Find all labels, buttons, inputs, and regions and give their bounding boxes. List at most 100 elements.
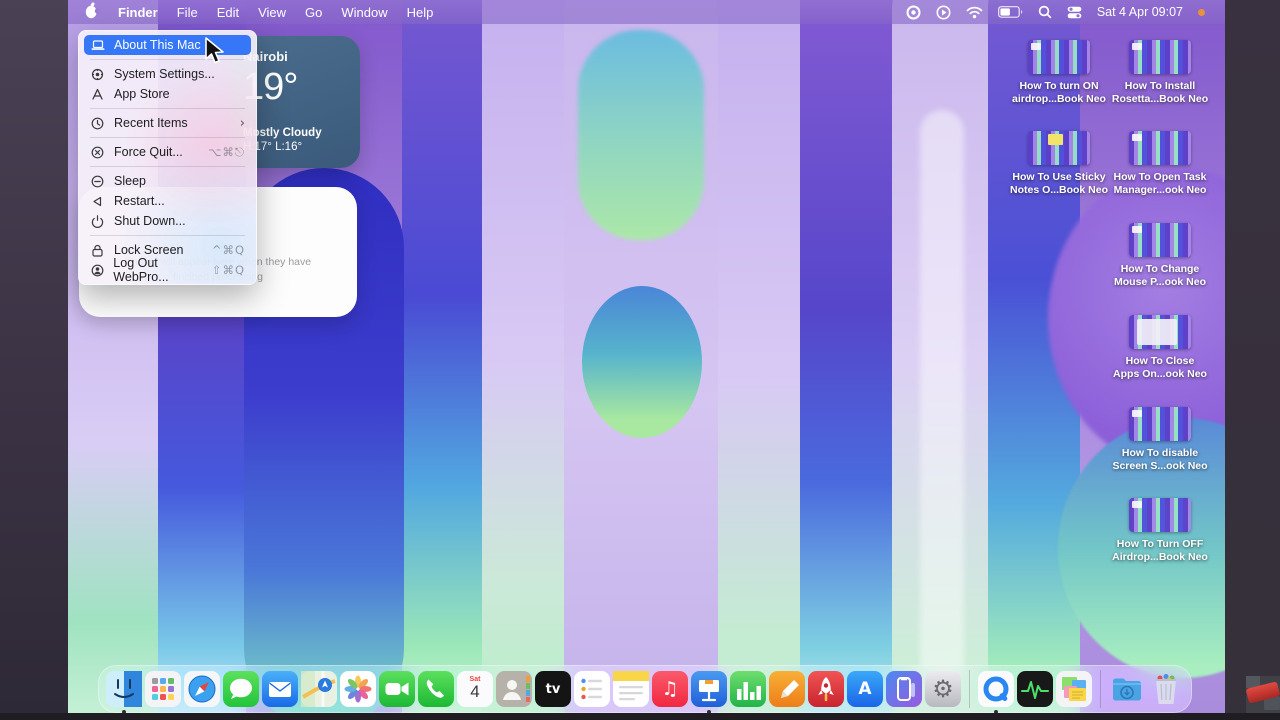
menu-item-app-store[interactable]: App Store [84, 84, 251, 104]
dock-mail[interactable] [262, 671, 298, 707]
appstore-letter: A [858, 679, 872, 699]
dock-separator [1100, 670, 1101, 708]
shortcut-label: ^⌘Q [211, 243, 245, 257]
dock-separator [969, 670, 970, 708]
subscribe-key-thumbnail [1246, 676, 1280, 713]
dock-safari[interactable] [184, 671, 220, 707]
screen-mirroring-icon[interactable] [936, 5, 951, 20]
menu-item-recent-items[interactable]: Recent Items › [84, 113, 251, 133]
desktop-file-change-mouse[interactable]: How To Change Mouse P...ook Neo [1100, 223, 1220, 289]
menu-divider [90, 166, 245, 167]
clock-icon [90, 116, 105, 131]
menu-item-sleep[interactable]: Sleep [84, 171, 251, 191]
sleep-icon [90, 174, 105, 189]
dock-activity-monitor[interactable] [1017, 671, 1053, 707]
menu-help[interactable]: Help [407, 5, 434, 20]
wallpaper-pill [800, 0, 894, 713]
menu-item-log-out[interactable]: Log Out WebPro... ⇧⌘Q [84, 256, 251, 284]
dock-pages[interactable] [769, 671, 805, 707]
menu-divider [90, 235, 245, 236]
apple-menu-dropdown: About This Mac System Settings... App St… [78, 30, 257, 285]
force-quit-icon [90, 145, 105, 160]
dock-maps[interactable] [301, 671, 337, 707]
dock-reminders[interactable] [574, 671, 610, 707]
laptop-icon [90, 38, 105, 53]
dock-contacts[interactable] [496, 671, 532, 707]
file-thumbnail [1129, 131, 1191, 165]
appstore-icon [90, 87, 105, 102]
lock-icon [90, 243, 105, 258]
control-center-icon[interactable] [1067, 6, 1082, 19]
menu-clock[interactable]: Sat 4 Apr 09:07 [1097, 5, 1183, 19]
desktop-file-disable-screensaver[interactable]: How To disable Screen S...ook Neo [1100, 407, 1220, 473]
desktop-file-task-manager[interactable]: How To Open Task Manager...ook Neo [1100, 131, 1220, 197]
dock-music[interactable]: ♫ [652, 671, 688, 707]
dock-stickies[interactable] [1056, 671, 1092, 707]
menu-view[interactable]: View [258, 5, 286, 20]
gear-icon: ⚙ [932, 675, 954, 703]
file-thumbnail [1129, 498, 1191, 532]
weather-temperature: 19° [243, 66, 298, 108]
desktop-file-install-rosetta[interactable]: How To Install Rosetta...Book Neo [1100, 40, 1220, 106]
menu-go[interactable]: Go [305, 5, 322, 20]
screen-recording-indicator[interactable] [906, 5, 921, 20]
menu-item-restart[interactable]: Restart... [84, 191, 251, 211]
submenu-chevron-icon: › [239, 115, 245, 131]
menu-edit[interactable]: Edit [217, 5, 239, 20]
dock-notes[interactable] [613, 671, 649, 707]
dock-trash[interactable] [1148, 671, 1184, 707]
music-note-icon: ♫ [661, 678, 679, 700]
wallpaper-pill [920, 110, 964, 690]
gear-icon [90, 67, 105, 82]
power-icon [90, 214, 105, 229]
shortcut-label: ⌥⌘⎋ [208, 144, 245, 159]
desktop-file-airdrop-off[interactable]: How To Turn OFF Airdrop...Book Neo [1100, 498, 1220, 564]
menu-file[interactable]: File [177, 5, 198, 20]
menu-app-name[interactable]: Finder [118, 5, 158, 20]
dock-messages[interactable] [223, 671, 259, 707]
dock-finder[interactable] [106, 671, 142, 713]
desktop-file-close-apps[interactable]: How To Close Apps On...ook Neo [1100, 315, 1220, 381]
restart-icon [90, 194, 105, 209]
dock-photos[interactable] [340, 671, 376, 707]
file-thumbnail [1028, 131, 1090, 165]
wallpaper-pill [402, 0, 484, 713]
dock-app-store[interactable]: A [847, 671, 883, 707]
dock-calendar[interactable]: Sat 4 [457, 671, 493, 707]
spotlight-search-icon[interactable] [1038, 5, 1052, 19]
battery-icon[interactable] [997, 6, 1023, 18]
menu-divider [90, 108, 245, 109]
dock-system-settings[interactable]: ⚙ [925, 671, 961, 707]
wallpaper-blob [578, 30, 704, 240]
calendar-day: 4 [470, 682, 480, 701]
wifi-icon[interactable] [966, 6, 983, 19]
dock-launchpad[interactable] [145, 671, 181, 707]
file-thumbnail [1028, 40, 1090, 74]
menu-item-force-quit[interactable]: Force Quit... ⌥⌘⎋ [84, 142, 251, 162]
mouse-cursor [204, 37, 228, 72]
dock-numbers[interactable] [730, 671, 766, 707]
weather-high-low: H:17° L:16° [243, 141, 303, 153]
menu-bar: Finder File Edit View Go Window Help Sat… [68, 0, 1225, 24]
dock-rocket-app[interactable] [808, 671, 844, 707]
menu-item-shut-down[interactable]: Shut Down... [84, 211, 251, 231]
dock-tv[interactable]: tv [535, 671, 571, 707]
user-icon [90, 263, 104, 278]
desktop: Nairobi 19° Mostly Cloudy H:17° L:16° Ph… [68, 0, 1225, 713]
apple-menu-icon[interactable] [84, 2, 100, 22]
file-thumbnail [1129, 223, 1191, 257]
weather-location: Nairobi [243, 49, 288, 64]
dock-keynote[interactable] [691, 671, 727, 713]
letterbox-right [1225, 0, 1280, 713]
dock-iphone-mirroring[interactable] [886, 671, 922, 707]
wallpaper-pill [482, 0, 566, 713]
microphone-in-use-dot [1198, 8, 1205, 16]
menu-divider [90, 137, 245, 138]
tv-logo: tv [545, 681, 561, 697]
dock-facetime[interactable] [379, 671, 415, 707]
dock-phone[interactable] [418, 671, 454, 707]
menu-window[interactable]: Window [341, 5, 387, 20]
dock-downloads-folder[interactable] [1109, 671, 1145, 707]
dock-quicktime[interactable] [978, 671, 1014, 713]
wallpaper-sphere [582, 286, 702, 438]
